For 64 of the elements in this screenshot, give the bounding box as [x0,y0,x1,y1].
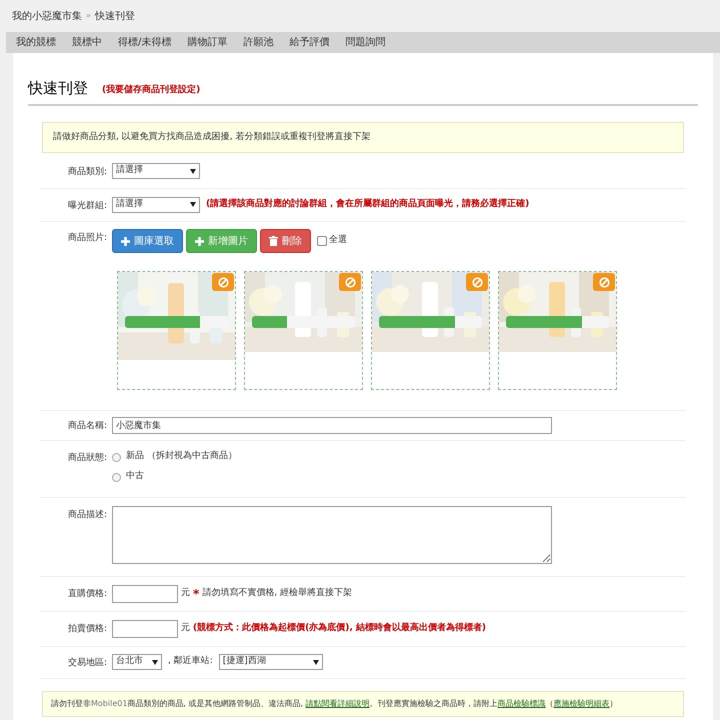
field-label: 商品名稱: [66,420,108,433]
price-field[interactable] [112,620,178,638]
breadcrumb-link[interactable]: 我的小惡魔市集 [12,8,82,24]
prohibited-icon [344,276,356,288]
help-link[interactable]: 商品檢驗標識 [498,698,546,708]
nav-tab[interactable]: 我的競標 [16,35,56,50]
checkbox-label: 全選 [329,234,347,248]
name-field[interactable]: 小惡魔市集 [112,417,552,434]
nav-tab[interactable]: 問題詢問 [345,35,386,50]
remove-photo-button[interactable] [466,273,488,291]
breadcrumb-separator: » [86,10,91,22]
prohibited-icon [598,276,610,288]
unit-label: 元 [181,587,190,600]
nav-tab[interactable]: 競標中 [72,35,102,50]
field-label: , 鄰近車站: [168,655,213,668]
field-label: 商品類別: [66,166,108,179]
dropdown-arrow-icon [152,660,158,664]
help-link[interactable]: 請點閱看詳細說明 [306,698,370,708]
notice-box: 請勿刊登非Mobile01商品類別的商品, 或是其他網路管制品、違法商品, 請點閱看詳細說明。刊登應實施檢驗之商品時，請附上商品檢驗標識（應施檢驗明細表） [42,690,684,716]
select-field[interactable]: 請選擇 [112,163,200,179]
prohibited-icon [472,276,482,288]
gallery-button[interactable]: 圖庫選取 [112,229,183,253]
hint-text: 請勿填寫不實價格, 經檢舉將直接下架 [202,587,352,600]
field-label: 曝光群組: [66,200,108,212]
select-field[interactable]: 台北市 [112,654,162,670]
hint-text: (競標方式：此價格為起標價(亦為底價), 結標時會以最高出價者為得標者) [193,622,486,636]
dropdown-arrow-icon [312,660,319,664]
help-link[interactable]: 應施檢驗明細表 [554,698,610,708]
delete-button[interactable]: 刪除 [260,229,311,253]
nav-tab[interactable]: 得標/未得標 [118,35,172,50]
field-label: 交易地區: [66,656,108,670]
nav-tab[interactable]: 許願池 [243,35,274,50]
save-settings-link[interactable]: (我要儲存商品刊登設定) [102,84,200,100]
field-label: 拍賣價格: [66,622,108,636]
nav-tab[interactable]: 給予評價 [289,35,330,50]
plus-icon [121,236,130,246]
prohibited-icon [218,276,228,288]
trash-icon [269,236,278,246]
remove-photo-button[interactable] [593,273,615,291]
hint-text: (請選擇該商品對應的討論群組，會在所屬群組的商品頁面曝光，請務必選擇正確) [206,198,530,211]
radio-label: 中古 [126,470,144,484]
select-all-checkbox[interactable] [317,236,327,246]
dropdown-arrow-icon [190,202,196,207]
field-label: 商品狀態: [66,452,108,465]
remove-photo-button[interactable] [212,273,234,291]
radio-button[interactable] [112,472,121,482]
price-field[interactable] [112,585,178,603]
select-field[interactable]: 請選擇 [112,196,200,212]
field-label: 商品照片: [66,232,108,245]
field-label: 直購價格: [66,588,108,601]
nav-tab[interactable]: 購物訂單 [187,35,228,50]
select-field[interactable]: [捷運]西湖 [218,654,323,670]
radio-label: 新品 （拆封視為中古商品） [126,450,237,464]
breadcrumb-current: 快速刊登 [94,10,135,24]
field-label: 商品描述: [66,508,108,522]
remove-photo-button[interactable] [339,273,361,291]
dropdown-arrow-icon [190,168,196,174]
radio-button[interactable] [112,452,121,462]
notice-box: 請做好商品分類, 以避免買方找商品造成困擾, 若分類錯誤或重複刊登將直接下架 [42,122,684,153]
description-field[interactable] [112,506,552,564]
plus-icon [195,236,204,246]
page-title: 快速刊登 [28,78,88,99]
required-mark: * [193,586,200,603]
unit-label: 元 [181,622,190,636]
